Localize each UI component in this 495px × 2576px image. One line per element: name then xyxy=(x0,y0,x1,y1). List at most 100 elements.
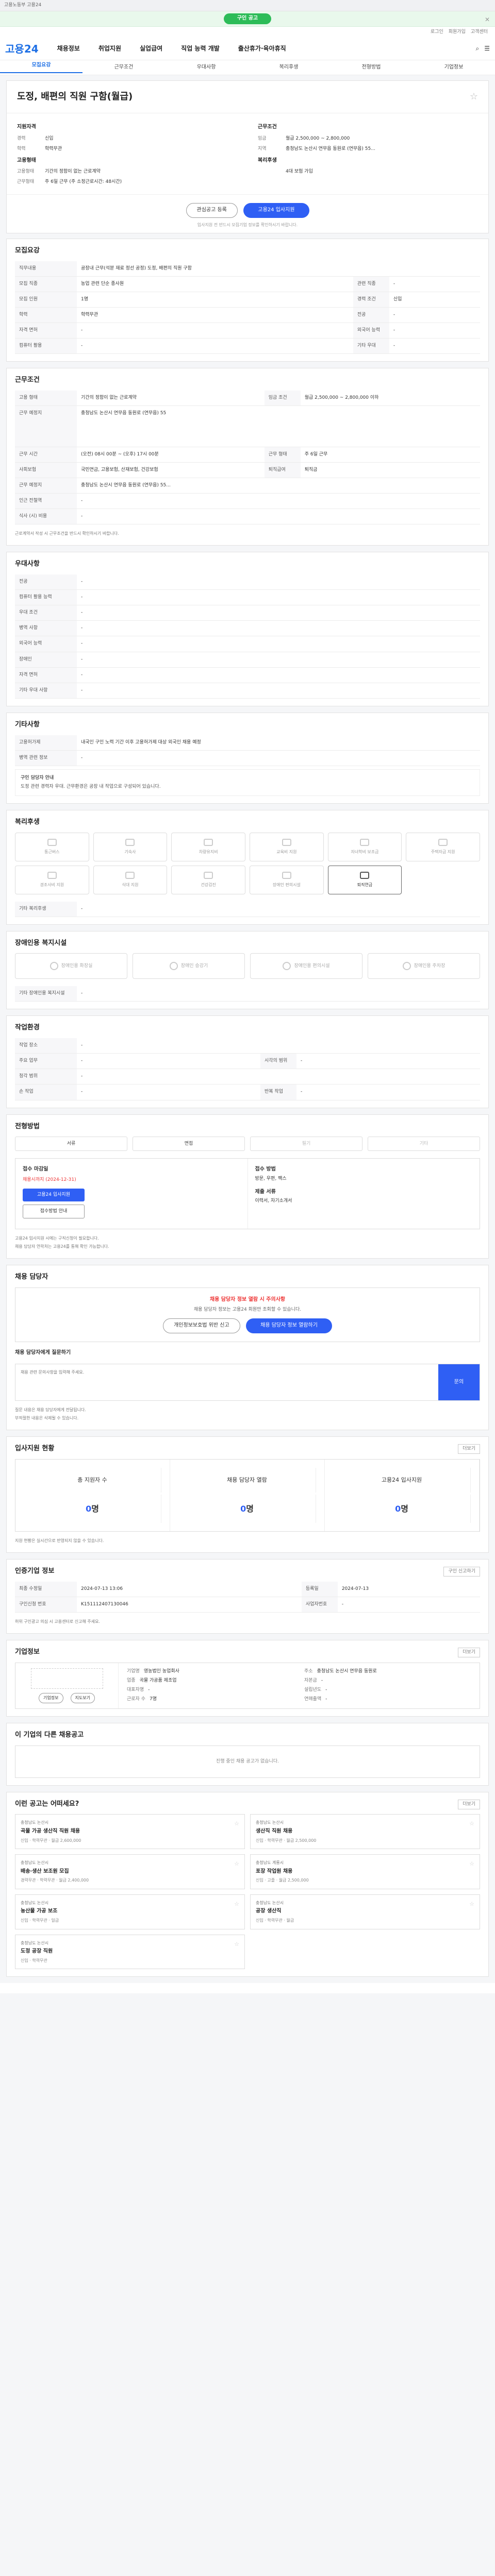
apply-way-panel: 접수 방법 방문, 우편, 팩스 제출 서류 이력서, 자기소개서 xyxy=(248,1159,480,1229)
summary-row: 근무형태 주 6일 근무 (주 소정근로시간: 48시간) xyxy=(17,177,237,187)
nav-training[interactable]: 직업 능력 개발 xyxy=(181,44,220,53)
stat-unit: 명 xyxy=(401,1504,408,1514)
more-button[interactable]: 더보기 xyxy=(458,1648,480,1658)
question-input[interactable] xyxy=(15,1364,438,1401)
promo-pill[interactable]: 구인 공고 xyxy=(223,13,272,24)
nav-leave[interactable]: 출산휴가·육아휴직 xyxy=(238,44,286,53)
apply-button[interactable]: 고용24 입사지원 xyxy=(23,1188,85,1201)
recommend-card[interactable]: ☆ 충청남도 논산시 생산직 직원 채용 신입 · 학력무관 · 월급 2,500,0… xyxy=(250,1814,480,1850)
meal-icon xyxy=(125,871,135,879)
login-link[interactable]: 로그인 xyxy=(431,29,443,36)
welfare-item: 경조사비 지원 xyxy=(15,865,89,894)
star-icon[interactable]: ☆ xyxy=(469,1860,474,1868)
welfare-item: 자녀학비 보조금 xyxy=(327,832,402,861)
cell-value: 2024-07-13 xyxy=(337,1582,480,1598)
cell-key: 모집 직종 xyxy=(15,276,77,293)
report-button[interactable]: 개인정보보호법 위반 신고 xyxy=(163,1318,240,1333)
star-icon[interactable]: ☆ xyxy=(234,1940,239,1948)
tab-recruit[interactable]: 모집요강 xyxy=(0,62,82,74)
tab-welfare[interactable]: 복리후생 xyxy=(248,64,330,72)
logo[interactable]: 고용24 xyxy=(5,42,39,57)
tab-work[interactable]: 근무조건 xyxy=(82,64,165,72)
contact-section: 채용 담당자 채용 담당자 정보 열람 시 주의사항 채용 담당자 정보는 고용… xyxy=(6,1264,489,1431)
stat-number: 0명 xyxy=(178,1495,316,1523)
star-icon[interactable]: ☆ xyxy=(234,1820,239,1828)
summary-row: 학력 학력무관 xyxy=(17,144,237,154)
job-title-text: 도정, 배편의 직원 구함(월급) xyxy=(17,91,133,102)
toilet-icon xyxy=(50,962,58,971)
favorite-button[interactable]: 관심공고 등록 xyxy=(186,203,238,218)
cell-value: 1명 xyxy=(77,292,353,308)
star-icon[interactable]: ☆ xyxy=(470,90,478,104)
recommend-card[interactable]: ☆ 충청남도 논산시 배송·생산 보조원 모집 경력무관 · 학력무관 · 월급 2,… xyxy=(15,1854,245,1889)
apply-guide-button[interactable]: 접수방법 안내 xyxy=(23,1204,85,1218)
star-icon[interactable]: ☆ xyxy=(234,1900,239,1908)
tab-company[interactable]: 기업정보 xyxy=(412,64,495,72)
ask-title: 채용 담당자에게 질문하기 xyxy=(15,1349,71,1355)
cell-key: 관련 직종 xyxy=(353,276,389,293)
card-title: 공장 생산직 xyxy=(256,1908,282,1914)
welfare-label: 자녀학비 보조금 xyxy=(351,849,379,854)
apply-button[interactable]: 고용24 입사지원 xyxy=(243,203,309,218)
more-button[interactable]: 더보기 xyxy=(458,1444,480,1454)
cell-value: - xyxy=(389,307,480,324)
company-buttons: 기업정보 지도보기 xyxy=(37,1693,97,1703)
site-label: 고용노동부 고용24 xyxy=(4,2,42,8)
view-contact-button[interactable]: 채용 담당자 정보 열람하기 xyxy=(246,1318,332,1333)
env-section: 작업환경 작업 장소 - 주요 업무 - 시각의 범위 - 청각 범위 - 손 작업 - 반복… xyxy=(6,1015,489,1108)
help-link[interactable]: 고객센터 xyxy=(471,29,488,36)
report-posting-button[interactable]: 구인 신고하기 xyxy=(443,1567,480,1577)
more-button[interactable]: 더보기 xyxy=(458,1799,480,1809)
nav-jobs[interactable]: 채용정보 xyxy=(57,44,80,53)
employ-heading: 고용형태 xyxy=(17,157,36,163)
row-value: - xyxy=(148,1687,150,1692)
card-detail: 신입 · 학력무관 · 월급 2,500,000 xyxy=(256,1838,317,1843)
row-value: - xyxy=(321,1678,323,1684)
star-icon[interactable]: ☆ xyxy=(234,1860,239,1868)
row-value: 영농법인 농업회사 xyxy=(143,1669,179,1674)
recruit-table: 직무내용 공장내 근무(석분 재료 정선 공정) 도정, 배편의 직원 구함 모집… xyxy=(15,261,480,354)
stats-title: 입사지원 현황 더보기 xyxy=(15,1444,480,1454)
recommend-card[interactable]: ☆ 충청남도 논산시 도정 공장 직원 신입 · 학력무관 xyxy=(15,1934,245,1970)
recommend-title: 이런 공고는 어떠세요? 더보기 xyxy=(15,1799,480,1809)
util-links: 로그인 회원가입 고객센터 xyxy=(0,27,495,38)
house-icon xyxy=(438,838,448,846)
header: 고용24 채용정보 취업지원 실업급여 직업 능력 개발 출산휴가·육아휴직 ⌕… xyxy=(0,38,495,60)
cell-value: 내국인 구인 노력 기간 이후 고용허가제 대상 외국인 채용 예정 xyxy=(77,735,480,751)
star-icon[interactable]: ☆ xyxy=(469,1820,474,1828)
table-row: 구인신청 번호 K151112407130046 사업자번호 - xyxy=(15,1597,480,1613)
recommend-card[interactable]: ☆ 충청남도 논산시 공장 생산직 신입 · 학력무관 · 월급 xyxy=(250,1894,480,1929)
way-value: 방문, 우편, 팩스 xyxy=(255,1176,287,1181)
signup-link[interactable]: 회원가입 xyxy=(449,29,466,36)
nav-benefit[interactable]: 실업급여 xyxy=(140,44,162,53)
tab-pref[interactable]: 우대사항 xyxy=(165,64,248,72)
map-button[interactable]: 지도보기 xyxy=(70,1693,95,1703)
company-info-button[interactable]: 기업정보 xyxy=(39,1693,63,1703)
cell-key: 근무 시간 xyxy=(15,447,77,463)
table-row: 근무 예정지 충청남도 논산시 연무읍 동원로 (연무읍) 55 xyxy=(15,405,480,448)
star-icon[interactable]: ☆ xyxy=(469,1900,474,1908)
table-row: 병역 관련 정보 - xyxy=(15,750,480,766)
cell-value: - xyxy=(389,323,480,339)
card-title: 생산직 직원 채용 xyxy=(256,1828,293,1835)
stats-note: 지원 현황은 실시간으로 반영되지 않을 수 있습니다. xyxy=(15,1538,104,1544)
summary-left: 지원자격 경력 신입 학력 학력무관 고용형태 고용형태 기간의 정함이 없는 근로계… xyxy=(17,121,237,187)
company-logo xyxy=(30,1668,103,1689)
recommend-card[interactable]: ☆ 충청남도 논산시 곡물 가공 생산직 직원 채용 신입 · 학력무관 · 월급 2… xyxy=(15,1814,245,1850)
stat-number: 0명 xyxy=(24,1495,161,1523)
cell-key: 시각의 범위 xyxy=(260,1053,296,1070)
recommend-card[interactable]: ☆ 충청남도 논산시 농산물 가공 보조 신입 · 학력무관 · 일급 xyxy=(15,1894,245,1929)
school-icon xyxy=(360,838,370,846)
cell-value: - xyxy=(77,1069,480,1085)
nav-support[interactable]: 취업지원 xyxy=(98,44,121,53)
method-step: 필기 xyxy=(250,1137,362,1151)
ask-button[interactable]: 문의 xyxy=(438,1364,480,1401)
company-row: 근로자 수 7명 xyxy=(127,1696,294,1703)
tab-method[interactable]: 전형방법 xyxy=(330,64,412,72)
recruit-title: 모집요강 xyxy=(15,247,40,255)
search-icon[interactable]: ⌕ xyxy=(476,44,480,53)
close-icon[interactable]: ✕ xyxy=(485,15,490,24)
recommend-card[interactable]: ☆ 충청남도 계룡시 포장 작업원 채용 신입 · 고졸 · 월급 2,500,000 xyxy=(250,1854,480,1889)
menu-icon[interactable]: ☰ xyxy=(484,44,490,53)
welfare-title: 복리후생 xyxy=(15,818,40,826)
